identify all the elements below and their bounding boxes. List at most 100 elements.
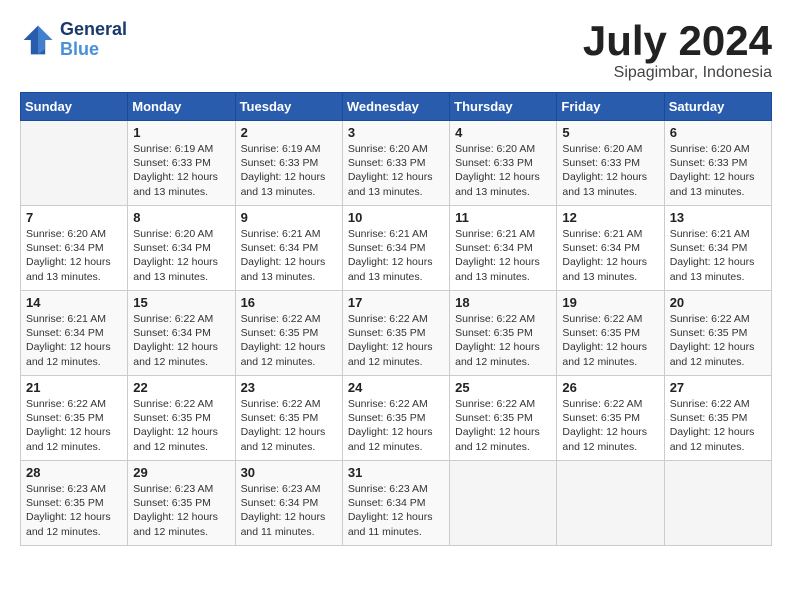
day-info: Sunrise: 6:20 AM Sunset: 6:34 PM Dayligh… — [133, 227, 229, 284]
weekday-header-sunday: Sunday — [21, 93, 128, 121]
calendar-cell: 13Sunrise: 6:21 AM Sunset: 6:34 PM Dayli… — [664, 206, 771, 291]
day-info: Sunrise: 6:22 AM Sunset: 6:35 PM Dayligh… — [455, 397, 551, 454]
calendar-cell: 14 Sunrise: 6:21 AM Sunset: 6:34 PM Dayli… — [21, 291, 128, 376]
day-info: Sunrise: 6:22 AM Sunset: 6:35 PM Dayligh… — [348, 397, 444, 454]
calendar-cell: 3 Sunrise: 6:20 AM Sunset: 6:33 PM Daylig… — [342, 121, 449, 206]
day-number: 6 — [670, 125, 766, 140]
weekday-header-row: SundayMondayTuesdayWednesdayThursdayFrid… — [21, 93, 772, 121]
weekday-header-wednesday: Wednesday — [342, 93, 449, 121]
calendar-header: SundayMondayTuesdayWednesdayThursdayFrid… — [21, 93, 772, 121]
logo-icon — [20, 22, 56, 58]
calendar-cell: 30 Sunrise: 6:23 AM Sunset: 6:34 PM Dayli… — [235, 461, 342, 546]
day-info: Sunrise: 6:21 AM Sunset: 6:34 PM Dayligh… — [26, 312, 122, 369]
day-info: Sunrise: 6:22 AM Sunset: 6:35 PM Dayligh… — [670, 312, 766, 369]
day-number: 23 — [241, 380, 337, 395]
day-number: 12 — [562, 210, 658, 225]
day-number: 1 — [133, 125, 229, 140]
weekday-header-friday: Friday — [557, 93, 664, 121]
day-number: 18 — [455, 295, 551, 310]
day-info: Sunrise: 6:20 AM Sunset: 6:33 PM Dayligh… — [348, 142, 444, 199]
day-number: 10 — [348, 210, 444, 225]
page-header: General Blue July 2024 Sipagimbar, Indon… — [20, 20, 772, 82]
day-number: 25 — [455, 380, 551, 395]
day-number: 30 — [241, 465, 337, 480]
calendar-cell — [664, 461, 771, 546]
calendar-cell: 8 Sunrise: 6:20 AM Sunset: 6:34 PM Daylig… — [128, 206, 235, 291]
calendar-cell: 31 Sunrise: 6:23 AM Sunset: 6:34 PM Dayli… — [342, 461, 449, 546]
day-number: 4 — [455, 125, 551, 140]
calendar-week-4: 21Sunrise: 6:22 AM Sunset: 6:35 PM Dayli… — [21, 376, 772, 461]
calendar-cell: 19Sunrise: 6:22 AM Sunset: 6:35 PM Dayli… — [557, 291, 664, 376]
day-info: Sunrise: 6:20 AM Sunset: 6:33 PM Dayligh… — [562, 142, 658, 199]
day-info: Sunrise: 6:22 AM Sunset: 6:35 PM Dayligh… — [670, 397, 766, 454]
day-number: 24 — [348, 380, 444, 395]
calendar-cell: 21Sunrise: 6:22 AM Sunset: 6:35 PM Dayli… — [21, 376, 128, 461]
weekday-header-monday: Monday — [128, 93, 235, 121]
calendar-cell: 22Sunrise: 6:22 AM Sunset: 6:35 PM Dayli… — [128, 376, 235, 461]
calendar-week-3: 14 Sunrise: 6:21 AM Sunset: 6:34 PM Dayli… — [21, 291, 772, 376]
weekday-header-thursday: Thursday — [450, 93, 557, 121]
day-number: 29 — [133, 465, 229, 480]
calendar-week-1: 1 Sunrise: 6:19 AM Sunset: 6:33 PM Daylig… — [21, 121, 772, 206]
day-number: 20 — [670, 295, 766, 310]
day-info: Sunrise: 6:22 AM Sunset: 6:35 PM Dayligh… — [241, 312, 337, 369]
location-subtitle: Sipagimbar, Indonesia — [583, 64, 772, 82]
day-info: Sunrise: 6:22 AM Sunset: 6:35 PM Dayligh… — [348, 312, 444, 369]
day-info: Sunrise: 6:22 AM Sunset: 6:35 PM Dayligh… — [133, 397, 229, 454]
calendar-cell: 23 Sunrise: 6:22 AM Sunset: 6:35 PM Dayli… — [235, 376, 342, 461]
calendar-cell: 2 Sunrise: 6:19 AM Sunset: 6:33 PM Daylig… — [235, 121, 342, 206]
weekday-header-tuesday: Tuesday — [235, 93, 342, 121]
calendar-cell — [450, 461, 557, 546]
day-info: Sunrise: 6:20 AM Sunset: 6:34 PM Dayligh… — [26, 227, 122, 284]
day-number: 7 — [26, 210, 122, 225]
day-info: Sunrise: 6:20 AM Sunset: 6:33 PM Dayligh… — [670, 142, 766, 199]
day-info: Sunrise: 6:21 AM Sunset: 6:34 PM Dayligh… — [455, 227, 551, 284]
calendar-cell: 1Sunrise: 6:19 AM Sunset: 6:33 PM Daylig… — [128, 121, 235, 206]
logo: General Blue — [20, 20, 127, 60]
day-number: 26 — [562, 380, 658, 395]
day-info: Sunrise: 6:22 AM Sunset: 6:34 PM Dayligh… — [133, 312, 229, 369]
calendar-cell: 4 Sunrise: 6:20 AM Sunset: 6:33 PM Daylig… — [450, 121, 557, 206]
calendar-cell: 9 Sunrise: 6:21 AM Sunset: 6:34 PM Daylig… — [235, 206, 342, 291]
day-info: Sunrise: 6:21 AM Sunset: 6:34 PM Dayligh… — [348, 227, 444, 284]
day-info: Sunrise: 6:21 AM Sunset: 6:34 PM Dayligh… — [562, 227, 658, 284]
calendar-cell: 18Sunrise: 6:22 AM Sunset: 6:35 PM Dayli… — [450, 291, 557, 376]
calendar-cell — [557, 461, 664, 546]
day-number: 8 — [133, 210, 229, 225]
logo-text: General Blue — [60, 20, 127, 60]
day-info: Sunrise: 6:22 AM Sunset: 6:35 PM Dayligh… — [562, 312, 658, 369]
day-info: Sunrise: 6:23 AM Sunset: 6:35 PM Dayligh… — [26, 482, 122, 539]
calendar-cell: 10 Sunrise: 6:21 AM Sunset: 6:34 PM Dayli… — [342, 206, 449, 291]
calendar-cell: 25 Sunrise: 6:22 AM Sunset: 6:35 PM Dayli… — [450, 376, 557, 461]
calendar-table: SundayMondayTuesdayWednesdayThursdayFrid… — [20, 92, 772, 546]
calendar-week-5: 28 Sunrise: 6:23 AM Sunset: 6:35 PM Dayli… — [21, 461, 772, 546]
day-info: Sunrise: 6:22 AM Sunset: 6:35 PM Dayligh… — [26, 397, 122, 454]
day-number: 31 — [348, 465, 444, 480]
day-info: Sunrise: 6:21 AM Sunset: 6:34 PM Dayligh… — [241, 227, 337, 284]
day-number: 2 — [241, 125, 337, 140]
calendar-cell: 20 Sunrise: 6:22 AM Sunset: 6:35 PM Dayli… — [664, 291, 771, 376]
calendar-cell: 15Sunrise: 6:22 AM Sunset: 6:34 PM Dayli… — [128, 291, 235, 376]
calendar-cell: 28 Sunrise: 6:23 AM Sunset: 6:35 PM Dayli… — [21, 461, 128, 546]
day-number: 28 — [26, 465, 122, 480]
day-info: Sunrise: 6:19 AM Sunset: 6:33 PM Dayligh… — [241, 142, 337, 199]
month-title: July 2024 — [583, 20, 772, 62]
calendar-cell: 24 Sunrise: 6:22 AM Sunset: 6:35 PM Dayli… — [342, 376, 449, 461]
day-info: Sunrise: 6:22 AM Sunset: 6:35 PM Dayligh… — [241, 397, 337, 454]
calendar-week-2: 7 Sunrise: 6:20 AM Sunset: 6:34 PM Daylig… — [21, 206, 772, 291]
calendar-cell: 26Sunrise: 6:22 AM Sunset: 6:35 PM Dayli… — [557, 376, 664, 461]
day-info: Sunrise: 6:23 AM Sunset: 6:34 PM Dayligh… — [241, 482, 337, 539]
weekday-header-saturday: Saturday — [664, 93, 771, 121]
day-number: 9 — [241, 210, 337, 225]
day-number: 3 — [348, 125, 444, 140]
calendar-cell: 6 Sunrise: 6:20 AM Sunset: 6:33 PM Daylig… — [664, 121, 771, 206]
day-info: Sunrise: 6:20 AM Sunset: 6:33 PM Dayligh… — [455, 142, 551, 199]
day-info: Sunrise: 6:23 AM Sunset: 6:34 PM Dayligh… — [348, 482, 444, 539]
calendar-cell — [21, 121, 128, 206]
day-number: 14 — [26, 295, 122, 310]
title-area: July 2024 Sipagimbar, Indonesia — [583, 20, 772, 82]
day-number: 5 — [562, 125, 658, 140]
day-number: 11 — [455, 210, 551, 225]
day-info: Sunrise: 6:21 AM Sunset: 6:34 PM Dayligh… — [670, 227, 766, 284]
calendar-cell: 17Sunrise: 6:22 AM Sunset: 6:35 PM Dayli… — [342, 291, 449, 376]
